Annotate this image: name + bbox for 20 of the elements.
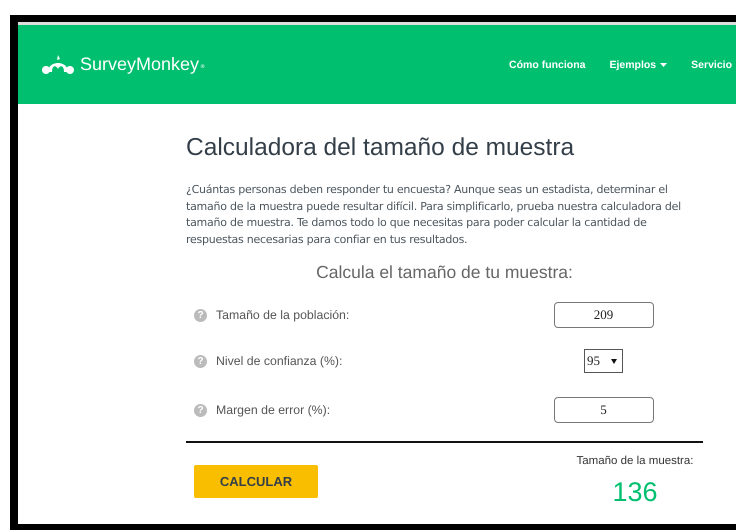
nav-link[interactable]: Servicio (691, 58, 732, 70)
help-icon[interactable]: ? (194, 404, 207, 416)
field-label: Margen de error (%): (216, 403, 330, 417)
field-label: Nivel de confianza (%): (216, 354, 342, 368)
field-label: Tamaño de la población: (216, 308, 350, 322)
calculator-heading: Calcula el tamaño de tu muestra: (315, 262, 574, 283)
help-icon[interactable]: ? (194, 354, 207, 368)
result-value: 136 (612, 477, 658, 508)
nav-link[interactable]: Ejemplos (609, 58, 668, 70)
calculate-button[interactable]: CALCULAR (194, 465, 318, 498)
page-title: Calculadora del tamaño de muestra (186, 134, 576, 162)
input-field[interactable]: 5 (554, 397, 654, 423)
result-label: Tamaño de la muestra: (576, 455, 694, 467)
intro-paragraph: ¿Cuántas personas deben responder tu encuesta? Aunque seas un estadista, determinar el tamaño de la muestra puede resultar difícil. Para simplificarlo, prueba nuestra calculadora del tamaño de muestra. Te damos todo lo que necesitas para poder calcular la cantidad de respuestas necesarias para confiar en tus resultados. (186, 182, 682, 248)
input-field[interactable]: 209 (554, 302, 654, 328)
help-icon[interactable]: ? (194, 308, 207, 322)
caret-icon (611, 358, 617, 364)
brand-name: SurveyMonkey (80, 54, 200, 75)
dropdown-select[interactable]: 95 (584, 349, 623, 373)
nav-link[interactable]: Cómo funciona (509, 58, 586, 70)
